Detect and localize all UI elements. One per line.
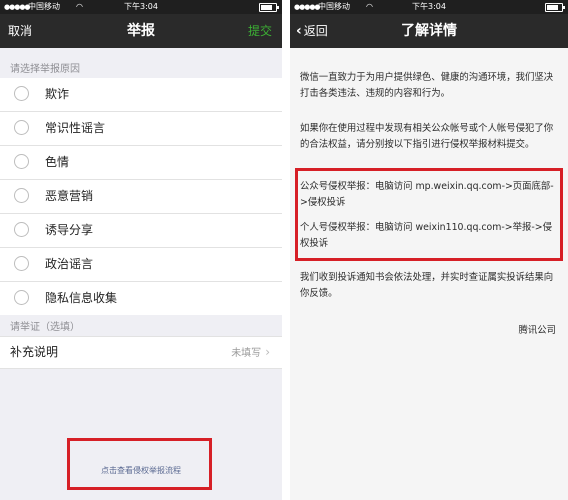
- nav-bar: ‹ 返回 了解详情: [290, 14, 568, 48]
- report-screen: ●●●●● 中国移动 ◠ 下午3:04 取消 举报 提交 请选择举报原因 欺诈 …: [0, 0, 282, 500]
- reason-label: 政治谣言: [45, 257, 94, 271]
- reason-label: 隐私信息收集: [45, 291, 118, 305]
- highlight-box: [67, 438, 212, 490]
- page-title: 了解详情: [401, 23, 457, 39]
- reason-label: 常识性谣言: [45, 121, 106, 135]
- closing-paragraph: 我们收到投诉通知书会依法处理，并实时查证属实投诉结果向你反馈。: [300, 272, 554, 299]
- evidence-section-label: 请举证（选填）: [10, 322, 80, 333]
- chevron-right-icon: ›: [265, 345, 270, 359]
- reason-option[interactable]: 政治谣言: [0, 248, 282, 282]
- battery-icon: [545, 3, 565, 12]
- reason-label: 欺诈: [45, 87, 70, 101]
- page-title: 举报: [127, 23, 155, 39]
- radio-icon[interactable]: [14, 222, 29, 237]
- battery-icon: [259, 3, 279, 12]
- radio-icon[interactable]: [14, 120, 29, 135]
- reason-option[interactable]: 常识性谣言: [0, 112, 282, 146]
- status-bar: ●●●●● 中国移动 ◠ 下午3:04: [0, 0, 282, 14]
- supplement-row[interactable]: 补充说明 未填写 ›: [0, 336, 282, 369]
- radio-icon[interactable]: [14, 188, 29, 203]
- status-time: 下午3:04: [124, 2, 158, 11]
- reason-option[interactable]: 色情: [0, 146, 282, 180]
- radio-icon[interactable]: [14, 154, 29, 169]
- guide-paragraph: 如果你在使用过程中发现有相关公众帐号或个人帐号侵犯了你的合法权益，请分别按以下指…: [300, 123, 554, 150]
- radio-icon[interactable]: [14, 256, 29, 271]
- reason-option[interactable]: 诱导分享: [0, 214, 282, 248]
- reason-label: 诱导分享: [45, 223, 94, 237]
- status-bar: ●●●●● 中国移动 ◠ 下午3:04: [290, 0, 568, 14]
- personal-account-report-instructions: 个人号侵权举报：电脑访问 weixin110.qq.com->举报->侵权投诉: [300, 222, 552, 249]
- signature: 腾讯公司: [518, 325, 556, 336]
- radio-icon[interactable]: [14, 86, 29, 101]
- submit-button[interactable]: 提交: [248, 14, 272, 48]
- details-screen: ●●●●● 中国移动 ◠ 下午3:04 ‹ 返回 了解详情 微信一直致力于为用户提…: [290, 0, 568, 500]
- status-time: 下午3:04: [412, 2, 446, 11]
- reason-label: 色情: [45, 155, 70, 169]
- infringement-process-link[interactable]: 点击查看侵权举报流程: [0, 465, 282, 476]
- intro-paragraph: 微信一直致力于为用户提供绿色、健康的沟通环境，我们坚决打击各类违法、违规的内容和…: [300, 72, 554, 99]
- supplement-value: 未填写 ›: [231, 345, 270, 359]
- radio-icon[interactable]: [14, 290, 29, 305]
- nav-bar: 取消 举报 提交: [0, 14, 282, 48]
- reason-label: 恶意营销: [45, 189, 94, 203]
- reason-option[interactable]: 欺诈: [0, 78, 282, 112]
- reason-option[interactable]: 恶意营销: [0, 180, 282, 214]
- reason-section-label: 请选择举报原因: [10, 64, 80, 75]
- official-account-report-instructions: 公众号侵权举报：电脑访问 mp.weixin.qq.com->页面底部->侵权投…: [300, 181, 554, 208]
- reason-option[interactable]: 隐私信息收集: [0, 282, 282, 315]
- supplement-label: 补充说明: [10, 345, 59, 359]
- reason-list: 欺诈 常识性谣言 色情 恶意营销 诱导分享 政治谣言 隐私信息收集: [0, 78, 282, 315]
